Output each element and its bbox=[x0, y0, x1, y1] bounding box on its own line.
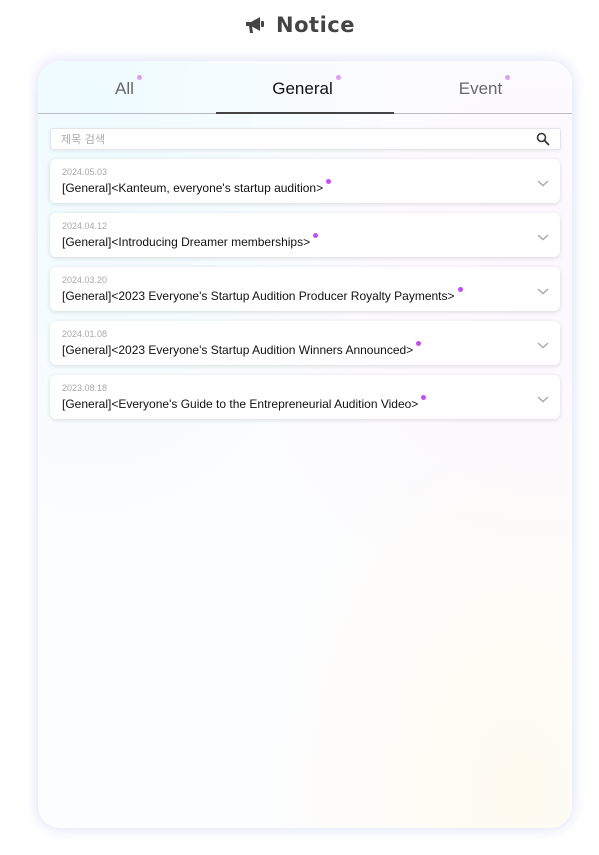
page-title: Notice bbox=[276, 13, 355, 37]
search-box bbox=[50, 128, 561, 150]
megaphone-icon bbox=[244, 15, 268, 35]
tab-all-label: All bbox=[115, 79, 134, 98]
search-icon[interactable] bbox=[536, 132, 550, 146]
chevron-down-icon[interactable] bbox=[536, 229, 550, 241]
notice-item[interactable]: 2024.05.03 [General]<Kanteum, everyone's… bbox=[50, 159, 560, 203]
notice-title: [General]<Introducing Dreamer membership… bbox=[62, 233, 319, 249]
notice-item[interactable]: 2024.01.08 [General]<2023 Everyone's Sta… bbox=[50, 321, 560, 365]
tab-all-dot bbox=[136, 74, 142, 80]
chevron-down-icon[interactable] bbox=[536, 337, 550, 349]
notice-item[interactable]: 2024.04.12 [General]<Introducing Dreamer… bbox=[50, 213, 560, 257]
notice-title: [General]<2023 Everyone's Startup Auditi… bbox=[62, 341, 422, 357]
new-dot bbox=[421, 395, 427, 400]
new-dot bbox=[313, 233, 319, 238]
tab-bar: All General Event bbox=[38, 61, 572, 114]
notice-date: 2024.05.03 bbox=[62, 167, 108, 177]
notice-title: [General]<Everyone's Guide to the Entrep… bbox=[62, 395, 427, 411]
notice-date: 2023.08.18 bbox=[62, 383, 108, 393]
chevron-down-icon[interactable] bbox=[536, 391, 550, 403]
tab-general-dot bbox=[335, 74, 341, 80]
notice-panel: All General Event 2024.05.03 [General]<K… bbox=[38, 61, 572, 828]
notice-date: 2024.03.20 bbox=[62, 275, 108, 285]
notice-date: 2024.01.08 bbox=[62, 329, 108, 339]
notice-title: [General]<2023 Everyone's Startup Auditi… bbox=[62, 287, 463, 303]
tab-event-dot bbox=[505, 74, 511, 80]
page-header: Notice bbox=[0, 10, 599, 40]
tab-all[interactable]: All bbox=[38, 61, 216, 113]
tab-general[interactable]: General bbox=[216, 61, 394, 114]
tab-general-label: General bbox=[272, 79, 333, 98]
chevron-down-icon[interactable] bbox=[536, 283, 550, 295]
notice-item[interactable]: 2023.08.18 [General]<Everyone's Guide to… bbox=[50, 375, 560, 419]
notice-item[interactable]: 2024.03.20 [General]<2023 Everyone's Sta… bbox=[50, 267, 560, 311]
new-dot bbox=[457, 287, 463, 292]
new-dot bbox=[416, 341, 422, 346]
notice-date: 2024.04.12 bbox=[62, 221, 108, 231]
tab-event-label: Event bbox=[458, 79, 503, 98]
new-dot bbox=[326, 179, 332, 184]
search-input[interactable] bbox=[51, 129, 531, 149]
active-tab-indicator bbox=[216, 112, 394, 114]
notice-title: [General]<Kanteum, everyone's startup au… bbox=[62, 179, 332, 195]
tab-event[interactable]: Event bbox=[394, 61, 572, 113]
chevron-down-icon[interactable] bbox=[536, 175, 550, 187]
